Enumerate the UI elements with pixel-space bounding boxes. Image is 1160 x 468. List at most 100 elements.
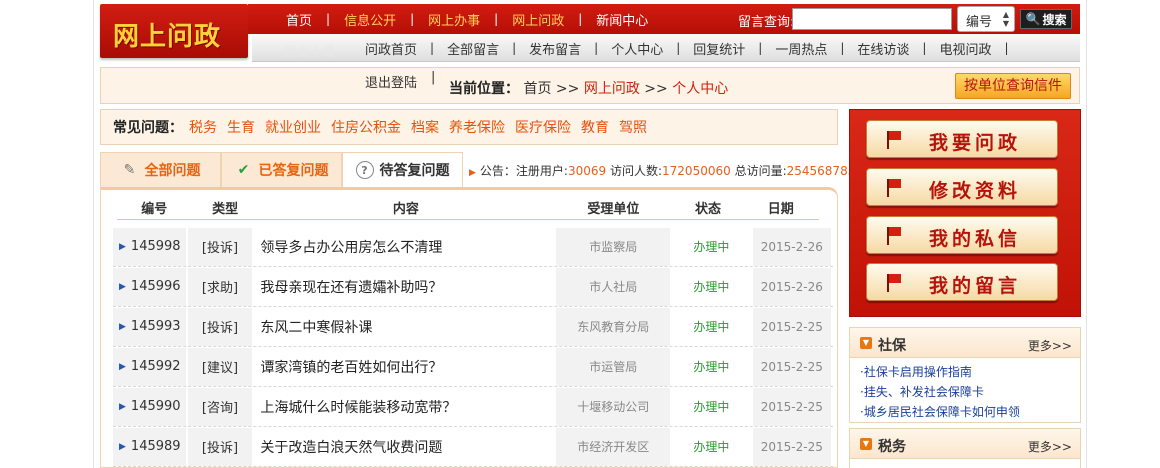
row-date: 2015-2-26 xyxy=(752,267,831,306)
logout-link[interactable]: 退出登陆 xyxy=(365,72,417,91)
secondary-nav: 问政首页 | 全部留言 | 发布留言 | 个人中心 | 回复统计 | 一周热点 … xyxy=(365,34,1022,62)
search-input[interactable] xyxy=(792,8,952,30)
subnav-weekly-hot[interactable]: 一周热点 xyxy=(775,39,827,58)
breadcrumb-online-inquiry[interactable]: 网上问政 xyxy=(584,81,640,97)
nav-info-disclosure[interactable]: 信息公开 xyxy=(344,10,396,29)
table-row: ▶ 145990 [咨询] 上海城什么时候能装移动宽带？ 十堰移动公司 办理中 2… xyxy=(113,387,833,427)
search-label: 留言查询: xyxy=(738,15,795,30)
column-header-date: 日期 xyxy=(767,202,794,217)
row-content-link[interactable]: 东风二中寒假补课 xyxy=(254,307,555,346)
question-mark-icon: ? xyxy=(355,161,374,179)
breadcrumb-separator: >> xyxy=(644,81,668,97)
row-content-link[interactable]: 上海城什么时候能装移动宽带？ xyxy=(254,387,555,426)
row-unit: 东风教育分局 xyxy=(556,307,671,346)
search-button-label: 搜索 xyxy=(1042,12,1067,27)
row-date: 2015-2-25 xyxy=(752,387,831,426)
document-icon: ✎ xyxy=(123,162,136,178)
search-button[interactable]: 🔍 搜索 xyxy=(1020,9,1072,29)
subnav-all-messages[interactable]: 全部留言 xyxy=(447,39,499,58)
row-status: 办理中 xyxy=(672,427,751,466)
tab-answered-questions[interactable]: ✔ 已答复问题 xyxy=(221,152,342,187)
faq-link-medical[interactable]: 医疗保险 xyxy=(515,117,571,137)
triangle-bullet-icon: ▶ xyxy=(119,401,126,412)
page-container: 网上问政 首页 | 信息公开 | 网上办事 | 网上问政 | 新闻中心 留言查询… xyxy=(93,0,1087,468)
table-row: ▶ 145992 [建议] 谭家湾镇的老百姓如何出行？ 市运管局 办理中 2015… xyxy=(113,347,833,387)
triangle-bullet-icon: ▶ xyxy=(119,361,126,372)
row-content-link[interactable]: 领导多占办公用房怎么不清理 xyxy=(254,227,555,266)
search-type-select[interactable]: 编号 ▲ ▼ xyxy=(957,6,1015,32)
box-header: ▼ 税务 更多>> xyxy=(850,429,1080,459)
row-content-link[interactable]: 关于改造白浪天然气收费问题 xyxy=(254,427,555,466)
row-id-cell: ▶ 145998 xyxy=(113,227,186,266)
row-id: 145993 xyxy=(130,319,181,334)
row-id-cell: ▶ 145989 xyxy=(113,427,186,466)
faq-link-education[interactable]: 教育 xyxy=(581,117,609,137)
row-unit: 十堰移动公司 xyxy=(556,387,671,426)
visits-label: 访问人数: xyxy=(609,164,663,178)
tab-pending-questions[interactable]: ? 待答复问题 xyxy=(342,152,463,187)
action-label: 修改资料 xyxy=(929,180,1022,202)
table-row: ▶ 145989 [投诉] 关于改造白浪天然气收费问题 市经济开发区 办理中 20… xyxy=(113,427,833,467)
social-security-box: ▼ 社保 更多>> ·社保卡启用操作指南 ·挂失、补发社会保障卡 ·城乡居民社会… xyxy=(849,327,1081,423)
total-visits-label: 总访问量: xyxy=(734,164,787,178)
edit-profile-button[interactable]: 修改资料 xyxy=(866,168,1058,206)
tab-label: 待答复问题 xyxy=(379,163,450,179)
column-header-unit: 受理单位 xyxy=(587,202,640,217)
query-by-unit-button[interactable]: 按单位查询信件 xyxy=(955,73,1071,99)
subnav-personal-center[interactable]: 个人中心 xyxy=(611,39,663,58)
table-row: ▶ 145998 [投诉] 领导多占办公用房怎么不清理 市监察局 办理中 2015… xyxy=(113,227,833,267)
nav-online-inquiry[interactable]: 网上问政 xyxy=(512,10,564,29)
list-item-link[interactable]: ·挂失、补发社会保障卡 xyxy=(860,382,1080,402)
breadcrumb-home[interactable]: 首页 xyxy=(523,81,551,97)
row-id-cell: ▶ 145993 xyxy=(113,307,186,346)
primary-nav: 首页 | 信息公开 | 网上办事 | 网上问政 | 新闻中心 xyxy=(286,4,648,34)
subnav-inquiry-home[interactable]: 问政首页 xyxy=(365,39,417,58)
faq-link-driving-license[interactable]: 驾照 xyxy=(619,117,647,137)
more-link[interactable]: 更多>> xyxy=(1028,438,1072,455)
nav-separator: | xyxy=(431,70,436,85)
site-header: 网上问政 首页 | 信息公开 | 网上办事 | 网上问政 | 新闻中心 留言查询… xyxy=(100,0,1080,62)
row-content-link[interactable]: 我母亲现在还有遗孀补助吗？ xyxy=(254,267,555,306)
tab-all-questions[interactable]: ✎ 全部问题 xyxy=(100,152,221,187)
subnav-post-message[interactable]: 发布留言 xyxy=(529,39,581,58)
row-id: 145992 xyxy=(130,359,181,374)
list-item-link[interactable]: ·社保卡启用操作指南 xyxy=(860,362,1080,382)
nav-news-center[interactable]: 新闻中心 xyxy=(596,10,648,29)
messages-table: 编号 类型 内容 受理单位 状态 日期 ▶ 145998 [投诉] 领导多占办公用… xyxy=(100,187,838,468)
nav-online-services[interactable]: 网上办事 xyxy=(428,10,480,29)
triangle-bullet-icon: ▶ xyxy=(119,321,126,332)
faq-link-tax[interactable]: 税务 xyxy=(189,117,217,137)
faq-link-pension[interactable]: 养老保险 xyxy=(449,117,505,137)
row-type: [咨询] xyxy=(187,387,253,426)
site-logo[interactable]: 网上问政 xyxy=(100,4,248,58)
triangle-bullet-icon: ▶ xyxy=(119,281,126,292)
faq-link-archives[interactable]: 档案 xyxy=(411,117,439,137)
search-icon: 🔍 xyxy=(1025,12,1041,26)
row-content-link[interactable]: 谭家湾镇的老百姓如何出行？ xyxy=(254,347,555,386)
subnav-reply-stats[interactable]: 回复统计 xyxy=(693,39,745,58)
nav-separator: | xyxy=(512,41,517,55)
row-date: 2015-2-25 xyxy=(752,307,831,346)
site-name-watermark: 网上十堰 xyxy=(283,45,336,60)
private-messages-button[interactable]: 我的私信 xyxy=(866,216,1058,254)
nav-separator: | xyxy=(578,12,583,26)
subnav-tv-inquiry[interactable]: 电视问政 xyxy=(939,39,991,58)
faq-bar: 常见问题： 税务 生育 就业创业 住房公积金 档案 养老保险 医疗保险 教育 驾… xyxy=(100,109,838,145)
my-messages-button[interactable]: 我的留言 xyxy=(866,263,1058,301)
nav-home[interactable]: 首页 xyxy=(286,10,312,29)
notice-prefix: 公告：注册用户: xyxy=(479,164,568,178)
box-list: ·社保卡启用操作指南 ·挂失、补发社会保障卡 ·城乡居民社会保障卡如何申领 xyxy=(850,358,1080,422)
breadcrumb-personal-center[interactable]: 个人中心 xyxy=(672,81,728,97)
column-header-type: 类型 xyxy=(212,202,239,217)
faq-link-housing-fund[interactable]: 住房公积金 xyxy=(331,117,401,137)
flag-icon xyxy=(887,274,901,292)
ask-question-button[interactable]: 我要问政 xyxy=(866,120,1058,158)
faq-link-maternity[interactable]: 生育 xyxy=(227,117,255,137)
more-link[interactable]: 更多>> xyxy=(1028,337,1072,354)
subnav-online-interview[interactable]: 在线访谈 xyxy=(857,39,909,58)
row-status: 办理中 xyxy=(672,267,751,306)
box-title: 社保 xyxy=(878,338,906,354)
list-item-link[interactable]: ·城乡居民社会保障卡如何申领 xyxy=(860,402,1080,422)
row-status: 办理中 xyxy=(672,387,751,426)
faq-link-employment[interactable]: 就业创业 xyxy=(265,117,321,137)
